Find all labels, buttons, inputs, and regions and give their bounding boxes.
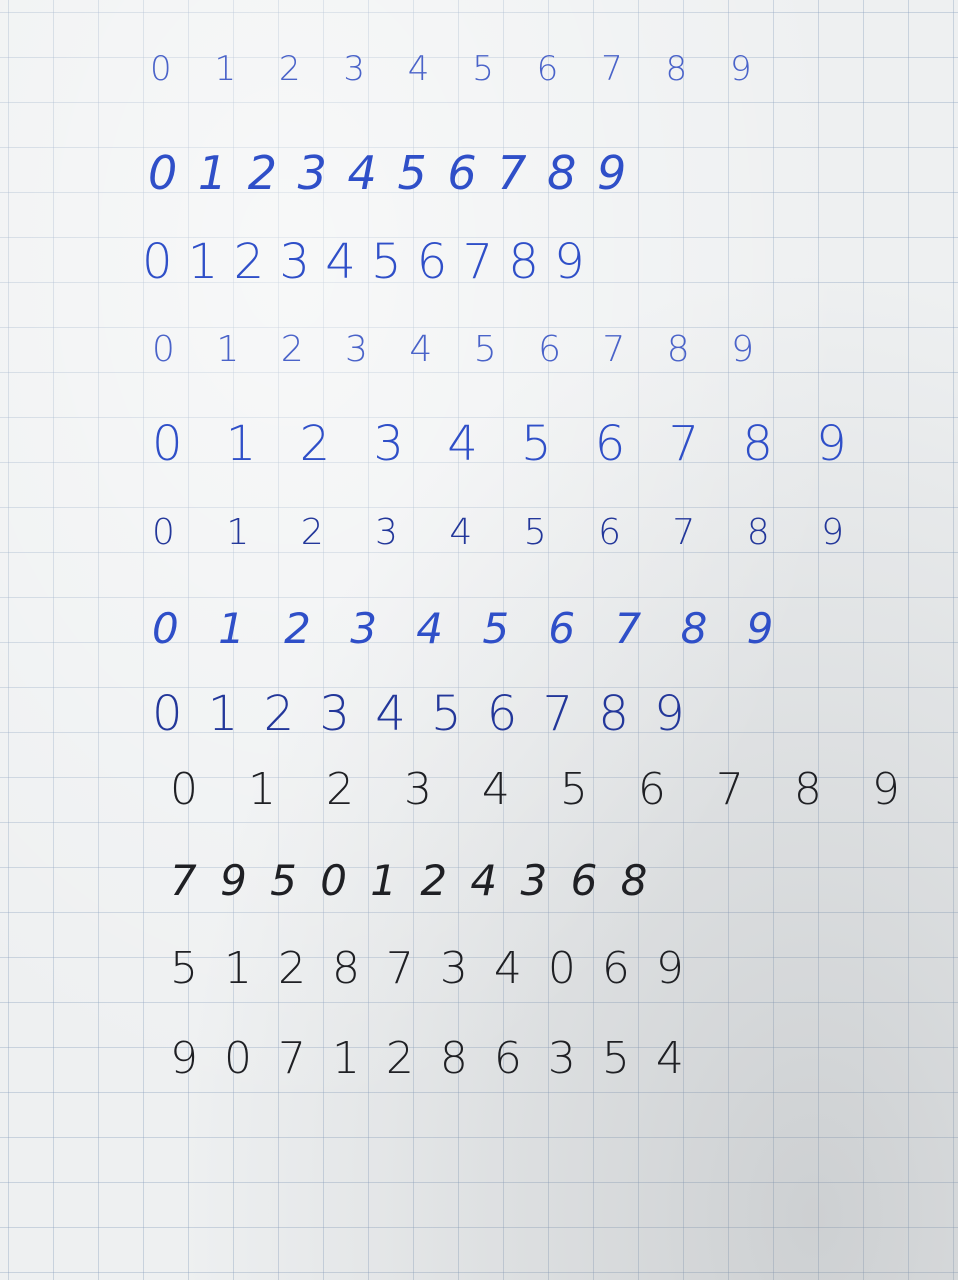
- digit-row-4: 0 1 2 3 4 5 6 7 8 9: [152, 329, 770, 370]
- digit-row-11: 5 1 2 8 7 3 4 0 6 9: [170, 943, 690, 994]
- handwritten-digit-rows: 0 1 2 3 4 5 6 7 8 9 0 1 2 3 4 5 6 7 8 9 …: [0, 0, 958, 1280]
- digit-row-6: 0 1 2 3 4 5 6 7 8 9: [152, 512, 865, 553]
- digit-row-2: 0 1 2 3 4 5 6 7 8 9: [148, 146, 630, 200]
- digit-row-7: 0 1 2 3 4 5 6 7 8 9: [152, 604, 787, 653]
- digit-row-12: 9 0 7 1 2 8 6 3 5 4: [170, 1033, 690, 1084]
- digit-row-3: 0 1 2 3 4 5 6 7 8 9: [142, 234, 585, 290]
- digit-row-5: 0 1 2 3 4 5 6 7 8 9: [152, 416, 861, 472]
- digit-row-8: 0 1 2 3 4 5 6 7 8 9: [152, 686, 690, 742]
- digit-row-9: 0 1 2 3 4 5 6 7 8 9: [170, 764, 918, 815]
- digit-row-10: 7 9 5 0 1 2 4 3 6 8: [170, 856, 653, 905]
- grid-paper-sheet: 0 1 2 3 4 5 6 7 8 9 0 1 2 3 4 5 6 7 8 9 …: [0, 0, 958, 1280]
- digit-row-1: 0 1 2 3 4 5 6 7 8 9: [150, 49, 768, 89]
